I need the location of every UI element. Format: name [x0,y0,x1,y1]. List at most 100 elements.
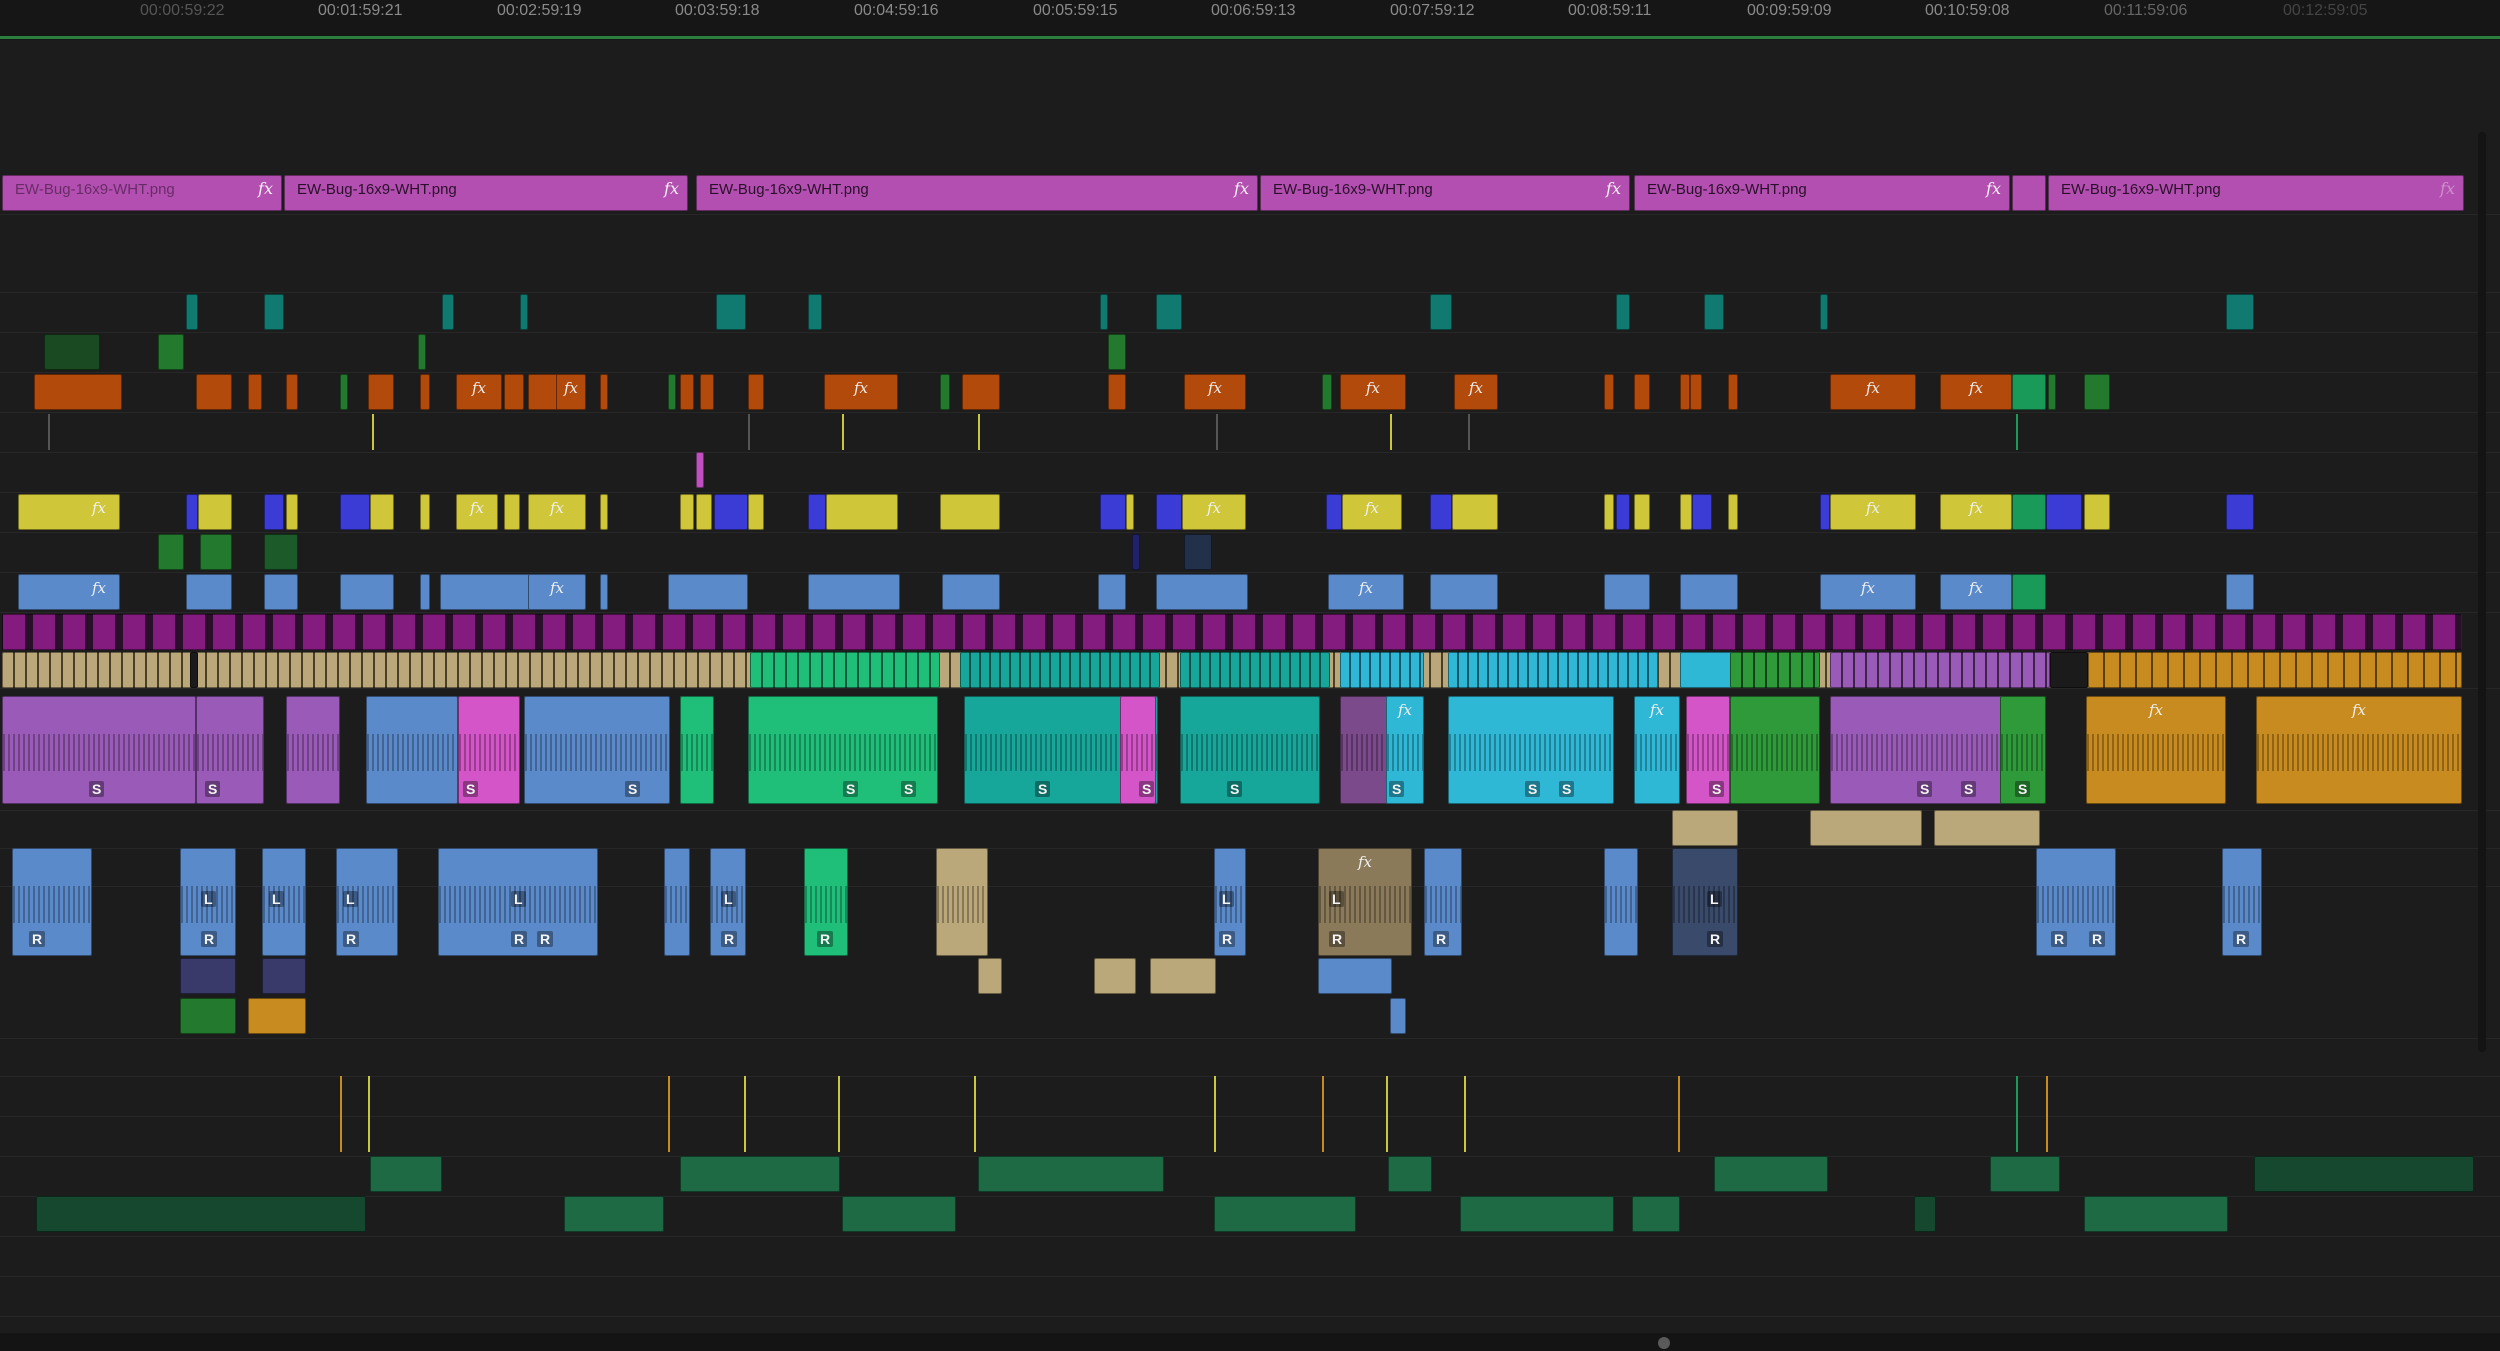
audio-clip[interactable]: S [458,696,520,804]
video-clip[interactable] [368,374,394,410]
video-clip[interactable] [186,494,198,530]
video-clip[interactable]: fx [1182,494,1246,530]
video-clip[interactable] [1634,494,1650,530]
audio-clip[interactable] [180,958,236,994]
audio-clip[interactable] [936,848,988,956]
video-clip[interactable] [2,614,2462,650]
video-clip[interactable]: fx [1454,374,1498,410]
audio-clip[interactable] [2254,1156,2474,1192]
video-clip[interactable] [1156,494,1182,530]
video-clip[interactable] [196,374,232,410]
audio-clip[interactable]: R [804,848,848,956]
audio-clip[interactable] [36,1196,366,1232]
video-clip[interactable] [1690,374,1702,410]
video-clip[interactable] [1108,374,1126,410]
audio-clip[interactable] [1672,810,1738,846]
audio-clip[interactable] [1714,1156,1828,1192]
video-clip[interactable] [1340,652,1424,688]
video-clip[interactable] [1430,574,1498,610]
video-clip[interactable] [158,334,184,370]
video-clip[interactable] [1156,294,1182,330]
video-clip[interactable]: fx [456,374,502,410]
video-clip[interactable] [668,574,748,610]
graphics-clip[interactable]: EW-Bug-16x9-WHT.png fx [2,175,282,211]
audio-clip[interactable]: S [1180,696,1320,804]
timeline-tracks[interactable]: EW-Bug-16x9-WHT.png fx EW-Bug-16x9-WHT.p… [0,40,2500,1351]
video-clip[interactable] [158,534,184,570]
video-clip[interactable] [1704,294,1724,330]
video-clip[interactable] [2012,574,2046,610]
video-clip[interactable] [2226,294,2254,330]
audio-clip[interactable]: S [524,696,670,804]
video-clip[interactable] [1184,534,1212,570]
audio-clip[interactable] [370,1156,442,1192]
audio-clip[interactable]: fx L R [1318,848,1412,956]
video-clip[interactable] [264,574,298,610]
video-clip[interactable]: fx [1940,574,2012,610]
audio-clip[interactable]: L [262,848,306,956]
video-clip[interactable] [1830,652,2050,688]
video-clip[interactable] [942,574,1000,610]
video-clip[interactable]: fx [528,494,586,530]
audio-clip[interactable] [1632,1196,1680,1232]
audio-clip[interactable] [680,1156,840,1192]
video-clip[interactable] [2084,494,2110,530]
video-clip[interactable] [1098,574,1126,610]
video-clip[interactable] [1820,494,1830,530]
video-clip[interactable] [504,374,524,410]
video-clip[interactable] [940,374,950,410]
video-clip[interactable]: fx [824,374,898,410]
audio-clip[interactable]: LR [710,848,746,956]
video-clip[interactable]: fx [1940,374,2012,410]
video-clip[interactable] [198,494,232,530]
graphics-clip[interactable]: EW-Bug-16x9-WHT.png fx [1634,175,2010,211]
video-clip[interactable]: fx [18,494,120,530]
video-clip[interactable]: fx [1830,494,1916,530]
video-clip[interactable] [420,374,430,410]
video-clip[interactable]: fx [1830,374,1916,410]
video-clip[interactable] [44,334,100,370]
audio-clip[interactable] [2084,1196,2228,1232]
audio-clip[interactable]: S [2,696,196,804]
video-clip[interactable] [340,494,370,530]
audio-clip[interactable]: S [196,696,264,804]
video-clip[interactable]: fx [1184,374,1246,410]
audio-clip[interactable] [1388,1156,1432,1192]
graphics-clip[interactable]: EW-Bug-16x9-WHT.png fx [2048,175,2464,211]
video-clip[interactable] [370,494,394,530]
video-clip[interactable] [248,374,262,410]
video-clip[interactable] [1108,334,1126,370]
video-clip[interactable] [2088,652,2462,688]
audio-clip[interactable]: R [12,848,92,956]
video-clip[interactable] [2048,374,2056,410]
video-clip[interactable] [340,374,348,410]
zoom-handle[interactable] [1658,1337,1670,1349]
video-clip[interactable] [2226,574,2254,610]
video-clip[interactable] [418,334,426,370]
audio-clip[interactable] [1990,1156,2060,1192]
video-clip[interactable] [442,294,454,330]
video-clip[interactable] [1126,494,1134,530]
video-clip[interactable] [2046,494,2082,530]
audio-clip[interactable] [664,848,690,956]
video-clip[interactable] [1680,574,1738,610]
work-area-bar[interactable] [0,36,2500,39]
video-clip[interactable] [1616,494,1630,530]
audio-clip[interactable]: LR [1214,848,1246,956]
audio-clip[interactable] [1318,958,1392,994]
graphics-clip[interactable]: EW-Bug-16x9-WHT.png fx [1260,175,1630,211]
video-clip[interactable] [600,374,608,410]
video-clip[interactable] [750,652,940,688]
audio-clip[interactable]: S [1686,696,1730,804]
video-clip[interactable] [2012,494,2046,530]
audio-clip[interactable]: fx [1634,696,1680,804]
video-clip[interactable] [1322,374,1332,410]
audio-clip[interactable] [1934,810,2040,846]
video-clip[interactable] [2226,494,2254,530]
video-clip[interactable] [1604,574,1650,610]
video-clip[interactable]: fx [1820,574,1916,610]
video-clip[interactable] [1100,494,1126,530]
video-clip[interactable] [440,574,540,610]
audio-clip[interactable] [564,1196,664,1232]
audio-clip[interactable]: fx S [1386,696,1424,804]
